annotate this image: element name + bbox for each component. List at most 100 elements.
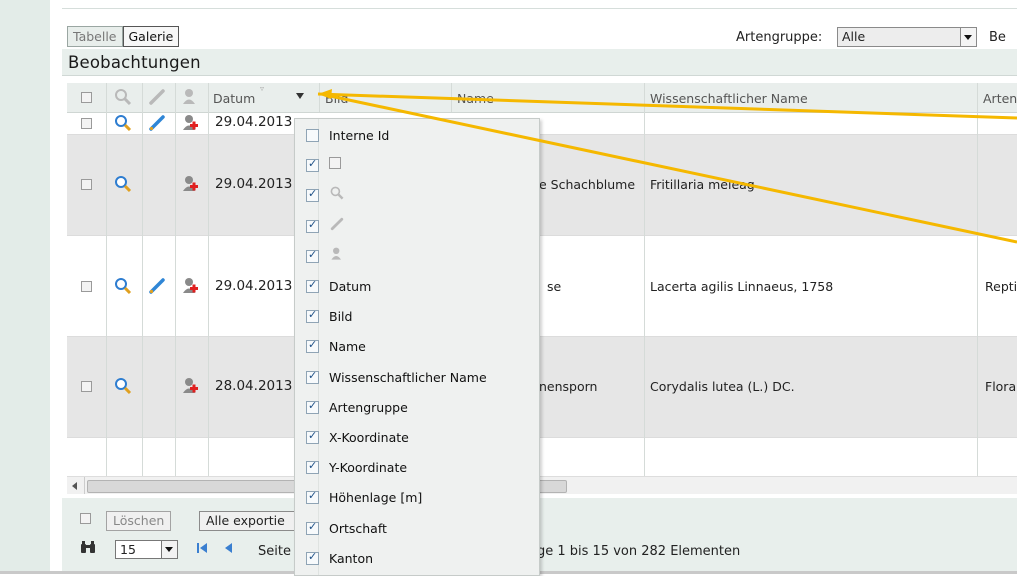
tab-gallery[interactable]: Galerie	[122, 26, 180, 47]
edit-pencil-icon[interactable]	[147, 113, 167, 133]
row-scientific-name: Corydalis lutea (L.) DC.	[650, 379, 795, 394]
column-chooser-label: Y-Koordinate	[329, 459, 408, 475]
column-divider	[106, 112, 107, 476]
magnifier-icon	[115, 89, 132, 106]
column-visibility-checkbox[interactable]	[306, 550, 319, 565]
first-page-icon[interactable]	[195, 541, 209, 555]
view-details-icon[interactable]	[113, 174, 133, 194]
column-divider	[175, 112, 176, 476]
column-chooser-label: Wissenschaftlicher Name	[329, 369, 487, 385]
column-visibility-checkbox[interactable]	[306, 338, 319, 353]
column-chooser-label: Ortschaft	[329, 520, 387, 536]
column-chooser-item[interactable]: Wissenschaftlicher Name	[306, 365, 487, 389]
column-icon	[329, 157, 341, 173]
truncated-filter-label: Be	[989, 30, 1006, 45]
artengruppe-value: Alle	[842, 29, 866, 44]
edit-pencil-icon[interactable]	[147, 276, 167, 296]
scroll-left-icon[interactable]	[67, 477, 85, 494]
row-checkbox[interactable]	[81, 381, 92, 392]
view-details-icon[interactable]	[113, 376, 133, 396]
column-divider	[175, 83, 176, 112]
column-menu-trigger-icon[interactable]	[296, 93, 304, 99]
table-row[interactable]	[67, 438, 1017, 476]
delete-observation-icon[interactable]	[180, 376, 200, 396]
column-chooser-label: Kanton	[329, 550, 374, 566]
column-divider	[644, 112, 645, 476]
view-details-icon[interactable]	[113, 276, 133, 296]
row-scientific-name: Fritillaria meleag	[650, 177, 755, 192]
column-visibility-checkbox[interactable]	[306, 489, 319, 504]
delete-button[interactable]: Löschen	[106, 511, 172, 531]
row-artengruppe: Reptilie	[985, 279, 1017, 294]
column-chooser-item[interactable]: Interne Id	[306, 123, 389, 147]
row-checkbox[interactable]	[81, 281, 92, 292]
horizontal-scrollbar[interactable]	[67, 476, 1017, 494]
chevron-down-icon[interactable]	[960, 28, 976, 46]
export-all-button[interactable]: Alle exportie	[199, 511, 303, 531]
column-chooser-item[interactable]: Y-Koordinate	[306, 455, 407, 479]
grid-header: Datum ▿ Bild Name Wissenschaftlicher Nam…	[67, 83, 1017, 113]
row-name: e Schachblume	[539, 177, 636, 192]
footer-select-checkbox[interactable]	[80, 513, 91, 524]
column-chooser-item[interactable]: Name	[306, 334, 366, 358]
column-visibility-checkbox[interactable]	[306, 369, 319, 384]
column-divider	[451, 83, 452, 112]
column-visibility-checkbox[interactable]	[306, 187, 319, 202]
column-chooser-item[interactable]: Artengruppe	[306, 395, 408, 419]
left-side-panel	[0, 0, 50, 574]
column-visibility-checkbox[interactable]	[306, 459, 319, 474]
title-bar	[62, 49, 1017, 76]
column-visibility-checkbox[interactable]	[306, 278, 319, 293]
table-row[interactable]: 29.04.2013 se Lacerta agilis Linnaeus, 1…	[67, 236, 1017, 337]
delete-observation-icon[interactable]	[180, 113, 200, 133]
column-chooser-item[interactable]	[306, 183, 345, 207]
tab-table[interactable]: Tabelle	[67, 26, 123, 47]
column-visibility-checkbox[interactable]	[306, 399, 319, 414]
column-chooser-item[interactable]	[306, 244, 345, 268]
column-chooser-item[interactable]: Kanton	[306, 546, 373, 570]
header-datum[interactable]: Datum	[213, 91, 255, 106]
column-divider	[977, 112, 978, 476]
page-label: Seite	[258, 544, 291, 559]
header-scientific-name[interactable]: Wissenschaftlicher Name	[650, 91, 808, 106]
column-visibility-checkbox[interactable]	[306, 520, 319, 535]
column-visibility-checkbox[interactable]	[306, 157, 319, 172]
delete-observation-icon[interactable]	[180, 276, 200, 296]
column-visibility-checkbox[interactable]	[306, 128, 319, 142]
magnifier-icon	[330, 186, 344, 200]
select-all-checkbox[interactable]	[81, 92, 92, 103]
row-checkbox[interactable]	[81, 118, 92, 129]
table-row[interactable]: 28.04.2013 nensporn Corydalis lutea (L.)…	[67, 337, 1017, 438]
view-details-icon[interactable]	[113, 113, 133, 133]
column-visibility-checkbox[interactable]	[306, 429, 319, 444]
column-chooser-item[interactable]: X-Koordinate	[306, 425, 409, 449]
row-checkbox[interactable]	[81, 179, 92, 190]
column-chooser-item[interactable]: Höhenlage [m]	[306, 485, 422, 509]
page-size-select[interactable]: 15	[115, 540, 178, 559]
column-chooser-item[interactable]	[306, 153, 341, 177]
row-date: 29.04.2013	[215, 114, 293, 130]
delete-observation-icon[interactable]	[180, 174, 200, 194]
table-row[interactable]: 29.04.2013	[67, 113, 1017, 135]
table-row[interactable]: 29.04.2013 e Schachblume Fritillaria mel…	[67, 135, 1017, 236]
column-chooser-item[interactable]: Datum	[306, 274, 371, 298]
artengruppe-select[interactable]: Alle	[837, 27, 977, 47]
column-visibility-checkbox[interactable]	[306, 248, 319, 263]
previous-page-icon[interactable]	[222, 541, 234, 555]
row-scientific-name: Lacerta agilis Linnaeus, 1758	[650, 279, 834, 294]
binoculars-icon[interactable]	[80, 539, 96, 555]
column-chooser-item[interactable]: Bild	[306, 304, 352, 328]
column-visibility-checkbox[interactable]	[306, 218, 319, 233]
column-visibility-checkbox[interactable]	[306, 308, 319, 323]
column-chooser-item[interactable]	[306, 214, 345, 238]
checkbox-column-icon	[329, 157, 341, 169]
header-name[interactable]: Name	[457, 91, 494, 106]
pencil-icon	[330, 217, 344, 231]
column-divider	[142, 112, 143, 476]
header-bild[interactable]: Bild	[325, 91, 348, 106]
header-artengruppe[interactable]: Arteng	[983, 91, 1017, 106]
column-chooser-item[interactable]: Ortschaft	[306, 516, 387, 540]
column-icon	[329, 246, 345, 266]
column-divider	[208, 83, 209, 112]
chevron-down-icon[interactable]	[161, 541, 177, 558]
